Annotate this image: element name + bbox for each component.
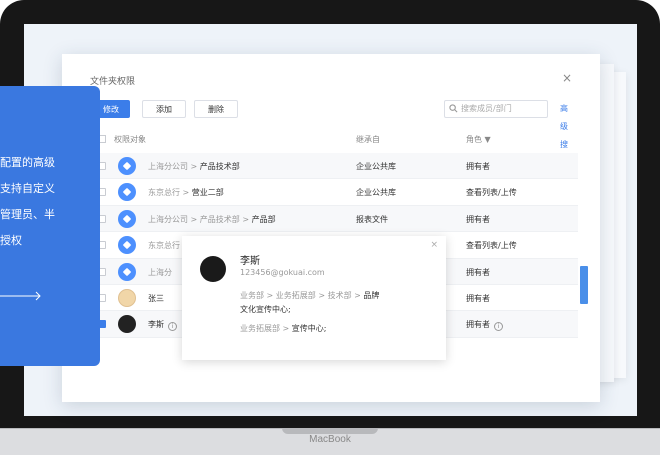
col-target: 权限对象 [114,135,146,144]
dept-name: 品牌 [363,291,380,300]
user-name: 李斯 [240,256,260,267]
stage: 文件夹权限 × 修改 添加 删除 搜索成员/部门 高级搜索 权限对象 继承自 角… [0,0,660,455]
dialog-title: 文件夹权限 [90,77,136,87]
overlay-text: 配置的高级 [0,156,55,169]
col-inherit: 继承自 [356,135,380,144]
row-role[interactable]: 拥有者 [466,214,490,225]
row-path: 东京总行 [148,241,180,251]
scrollbar-thumb[interactable] [580,266,588,304]
row-role[interactable]: 查看列表/上传 [466,240,517,251]
row-name: 产品部 [251,214,276,224]
info-icon[interactable]: i [168,322,177,332]
row-path: 上海分 [148,267,172,277]
row-path: 上海分公司 > [148,162,200,171]
row-name: 李斯 [148,320,164,330]
row-name: 产品技术部 [199,162,240,171]
user-avatar [118,288,136,307]
user-info-popup: × 李斯 123456@gokuai.com 业务部 > 业务拓展部 > 技术部… [182,236,446,360]
overlay-text: 支持自定义 [0,182,55,195]
dept-name-cont: 文化宣传中心; [240,305,291,314]
search-icon [449,104,458,113]
row-path: 上海分公司 > 产品技术部 > [148,214,252,224]
row-name: 营业二部 [191,188,224,198]
table-header: 权限对象 继承自 角色 ▼ [92,132,578,148]
brand-label: MacBook [309,434,351,445]
dept-path: 业务部 > 业务拓展部 > 技术部 > [240,291,364,300]
row-role[interactable]: 拥有者 [466,161,490,172]
arrow-right-icon[interactable] [0,290,42,302]
row-inherit: 报表文件 [356,214,388,224]
col-role[interactable]: 角色 ▼ [466,134,491,145]
feature-overlay-panel: 配置的高级 支持自定义 管理员、半 授权 [0,86,100,366]
user-email: 123456@gokuai.com [240,268,325,277]
dept-name: 宣传中心; [291,324,327,333]
org-icon [118,183,136,202]
close-icon[interactable]: × [562,71,572,85]
info-icon[interactable]: i [494,322,503,332]
search-placeholder: 搜索成员/部门 [461,104,512,113]
row-role[interactable]: 拥有者 [466,267,490,278]
toolbar: 修改 添加 删除 搜索成员/部门 高级搜索 [92,100,572,167]
dept-path: 业务拓展部 > [240,324,292,333]
delete-button[interactable]: 删除 [194,100,238,118]
org-icon [118,209,136,228]
table-row[interactable]: 上海分公司 > 产品技术部 > 产品部 报表文件 拥有者 [92,205,578,233]
search-input[interactable]: 搜索成员/部门 [444,100,548,118]
table-row[interactable]: 上海分公司 > 产品技术部 企业公共库 拥有者 [92,153,578,180]
user-avatar [200,256,226,282]
row-inherit: 企业公共库 [356,188,396,198]
user-avatar [118,315,136,334]
row-path: 东京总行 > [148,188,192,198]
org-icon [118,157,136,175]
row-role[interactable]: 拥有者 [466,320,490,329]
row-role[interactable]: 拥有者 [466,293,490,304]
overlay-text: 管理员、半 [0,208,55,221]
row-name: 张三 [148,293,164,303]
close-icon[interactable]: × [430,240,438,250]
overlay-text: 授权 [0,234,22,247]
row-role[interactable]: 查看列表/上传 [466,187,517,198]
org-icon [118,262,136,281]
add-button[interactable]: 添加 [142,100,186,118]
org-icon [118,236,136,255]
row-inherit: 企业公共库 [356,162,396,171]
table-row[interactable]: 东京总行 > 营业二部 企业公共库 查看列表/上传 [92,179,578,206]
